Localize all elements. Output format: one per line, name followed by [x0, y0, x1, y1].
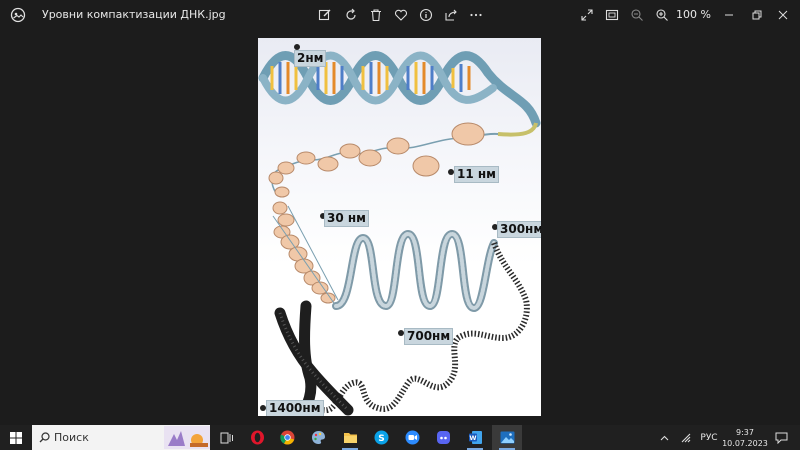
discord-icon	[436, 431, 450, 444]
notifications-button[interactable]	[770, 425, 792, 450]
minimize-icon	[725, 14, 733, 16]
expand-icon	[581, 9, 593, 21]
taskbar: Поиск S W РУС 9:37 10.07.2023	[0, 425, 800, 450]
edit-image-button[interactable]	[315, 5, 335, 25]
delete-button[interactable]	[366, 5, 386, 25]
taskbar-search-box[interactable]: Поиск	[32, 425, 210, 450]
rotate-icon	[346, 8, 356, 20]
more-icon	[470, 13, 482, 17]
notification-icon	[775, 432, 787, 444]
language-indicator[interactable]: РУС	[698, 425, 720, 450]
task-view-icon	[220, 432, 233, 443]
search-placeholder: Поиск	[54, 431, 89, 444]
skype-icon: S	[374, 430, 388, 445]
show-hidden-icons-button[interactable]	[656, 425, 672, 450]
photos-app-icon	[10, 7, 26, 23]
taskbar-photos[interactable]	[492, 425, 522, 450]
label-2nm: 2нм	[294, 50, 327, 67]
opera-icon	[250, 430, 264, 445]
fit-screen-icon	[605, 9, 619, 21]
rotate-button[interactable]	[341, 5, 361, 25]
image-viewer[interactable]: 2нм 11 нм 30 нм 300нм 700нм 1400нм	[0, 30, 800, 425]
title-bar: Уровни компактизации ДНК.jpg 100 %	[0, 0, 800, 30]
svg-text:W: W	[469, 434, 476, 442]
search-icon	[39, 432, 50, 443]
zoom-out-icon	[631, 9, 643, 21]
clock-date: 10.07.2023	[722, 439, 768, 448]
close-button[interactable]	[766, 0, 800, 30]
zoom-in-icon	[656, 9, 668, 21]
label-700nm: 700нм	[404, 328, 454, 345]
start-button[interactable]	[1, 425, 31, 450]
chevron-up-icon	[660, 435, 668, 440]
task-view-button[interactable]	[212, 425, 242, 450]
network-icon	[681, 433, 691, 442]
close-icon	[778, 10, 788, 20]
fullscreen-button[interactable]	[577, 5, 597, 25]
clock[interactable]: 9:37 10.07.2023	[722, 427, 768, 449]
taskbar-paint[interactable]	[303, 425, 333, 450]
zoom-app-icon	[405, 430, 419, 445]
trash-icon	[371, 9, 381, 22]
zoom-in-button[interactable]	[652, 5, 672, 25]
share-icon	[445, 9, 457, 21]
folder-icon	[343, 433, 357, 443]
label-30nm: 30 нм	[324, 210, 369, 227]
taskbar-chrome[interactable]	[272, 425, 302, 450]
restore-icon	[752, 10, 762, 20]
zoom-level: 100 %	[676, 8, 711, 21]
taskbar-word[interactable]: W	[460, 425, 490, 450]
word-icon: W	[468, 431, 482, 444]
taskbar-zoom[interactable]	[397, 425, 427, 450]
info-button[interactable]	[416, 5, 436, 25]
network-button[interactable]	[677, 425, 695, 450]
clock-time: 9:37	[736, 428, 754, 437]
label-11nm: 11 нм	[454, 166, 499, 183]
windows-icon	[10, 431, 22, 444]
more-options-button[interactable]	[466, 5, 486, 25]
chrome-icon	[279, 430, 294, 445]
taskbar-skype[interactable]: S	[366, 425, 396, 450]
info-icon	[419, 8, 433, 22]
zoom-out-button[interactable]	[627, 5, 647, 25]
photos-icon	[500, 431, 514, 444]
fit-to-window-button[interactable]	[602, 5, 622, 25]
window-title: Уровни компактизации ДНК.jpg	[42, 8, 226, 21]
edit-icon	[318, 9, 331, 21]
search-highlight-image-icon	[164, 426, 210, 449]
taskbar-opera[interactable]	[242, 425, 272, 450]
favorite-button[interactable]	[391, 5, 411, 25]
label-300nm: 300нм	[497, 221, 541, 238]
paint-palette-icon	[311, 431, 325, 444]
svg-text:S: S	[378, 434, 384, 444]
share-button[interactable]	[441, 5, 461, 25]
label-1400nm: 1400нм	[266, 400, 324, 416]
taskbar-file-explorer[interactable]	[335, 425, 365, 450]
heart-icon	[394, 9, 408, 21]
taskbar-discord[interactable]	[428, 425, 458, 450]
dna-compaction-image: 2нм 11 нм 30 нм 300нм 700нм 1400нм	[258, 38, 541, 416]
